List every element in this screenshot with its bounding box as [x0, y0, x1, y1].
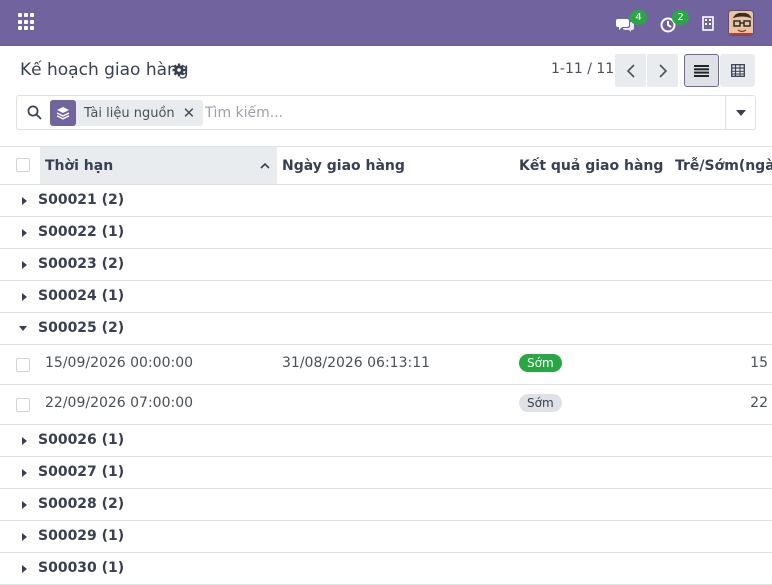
group-row[interactable]: S00022 (1)	[0, 217, 772, 249]
delivery-date-cell: 31/08/2026 06:13:11	[282, 355, 431, 371]
caret-right-icon	[22, 501, 27, 509]
pivot-view-button[interactable]	[720, 54, 755, 87]
building-icon	[702, 15, 714, 31]
search-facet-groupby: Tài liệu nguồn ✕	[50, 100, 204, 126]
group-label: S00024 (1)	[38, 288, 125, 304]
late-early-days-cell: 22	[750, 395, 768, 411]
group-label: S00029 (1)	[38, 528, 125, 544]
user-avatar[interactable]	[728, 10, 754, 36]
table-grid-icon	[730, 64, 745, 77]
close-icon[interactable]: ✕	[183, 104, 204, 122]
late-early-days-cell: 15	[750, 355, 768, 371]
column-header-deadline[interactable]: Thời hạn	[40, 147, 277, 184]
sort-ascending-icon	[260, 162, 270, 169]
table-header: Thời hạn Ngày giao hàng Kết quả giao hàn…	[0, 146, 772, 185]
column-label: Kết quả giao hàng	[519, 157, 664, 174]
search-input[interactable]	[205, 103, 705, 123]
group-label: S00026 (1)	[38, 432, 125, 448]
row-checkbox[interactable]	[16, 358, 30, 372]
group-label: S00023 (2)	[38, 256, 125, 272]
caret-right-icon	[22, 197, 27, 205]
group-label: S00030 (1)	[38, 560, 125, 576]
caret-right-icon	[22, 469, 27, 477]
group-label: S00022 (1)	[38, 224, 125, 240]
caret-right-icon	[22, 229, 27, 237]
status-badge: Sớm	[519, 354, 562, 372]
group-label: S00028 (2)	[38, 496, 125, 512]
pager-next-button[interactable]	[647, 54, 678, 87]
column-header-delivery-date[interactable]: Ngày giao hàng	[277, 147, 507, 184]
column-label: Thời hạn	[45, 157, 114, 174]
search-icon[interactable]	[27, 105, 42, 120]
activities-count-badge: 2	[672, 10, 689, 25]
group-row-expanded[interactable]: S00025 (2)	[0, 313, 772, 345]
messages-count-badge: 4	[630, 10, 647, 25]
select-all-checkbox[interactable]	[16, 158, 30, 172]
pager-value[interactable]: 1-11 / 11	[551, 61, 614, 77]
group-row[interactable]: S00026 (1)	[0, 425, 772, 457]
column-header-delivery-result[interactable]: Kết quả giao hàng	[514, 147, 664, 184]
caret-down-icon	[19, 326, 27, 331]
group-row[interactable]: S00024 (1)	[0, 281, 772, 313]
search-bar: Tài liệu nguồn ✕	[16, 95, 756, 130]
top-navbar: 4 2	[0, 0, 772, 46]
column-header-late-early-days[interactable]: Trễ/Sớm(ngày)	[670, 147, 772, 184]
group-row[interactable]: S00021 (2)	[0, 185, 772, 217]
activities-button[interactable]: 2	[660, 0, 692, 46]
table-row[interactable]: 22/09/2026 07:00:00 Sớm 22	[0, 385, 772, 425]
facet-label: Tài liệu nguồn	[84, 105, 175, 121]
caret-right-icon	[22, 293, 27, 301]
row-checkbox[interactable]	[16, 398, 30, 412]
column-label: Trễ/Sớm(ngày)	[675, 157, 772, 174]
list-icon	[694, 64, 709, 77]
group-label: S00021 (2)	[38, 192, 125, 208]
app-menu-icon[interactable]	[18, 13, 36, 31]
group-row[interactable]: S00029 (1)	[0, 521, 772, 553]
column-label: Ngày giao hàng	[282, 157, 405, 174]
chevron-left-icon	[626, 63, 635, 78]
caret-right-icon	[22, 261, 27, 269]
gear-icon[interactable]	[172, 63, 186, 77]
company-switcher[interactable]	[702, 0, 716, 46]
messages-button[interactable]: 4	[616, 0, 647, 46]
group-label: S00027 (1)	[38, 464, 125, 480]
deadline-cell: 22/09/2026 07:00:00	[45, 395, 194, 411]
group-row[interactable]: S00030 (1)	[0, 553, 772, 585]
status-badge: Sớm	[519, 394, 562, 412]
group-row[interactable]: S00028 (2)	[0, 489, 772, 521]
search-options-toggle[interactable]	[725, 96, 755, 129]
pager-previous-button[interactable]	[615, 54, 646, 87]
group-row[interactable]: S00023 (2)	[0, 249, 772, 281]
group-label: S00025 (2)	[38, 320, 125, 336]
deadline-cell: 15/09/2026 00:00:00	[45, 355, 194, 371]
caret-right-icon	[22, 533, 27, 541]
group-row[interactable]: S00027 (1)	[0, 457, 772, 489]
caret-right-icon	[22, 437, 27, 445]
caret-down-icon	[735, 109, 746, 116]
list-view-button[interactable]	[684, 54, 719, 87]
page-title: Kế hoạch giao hàng	[20, 60, 189, 80]
caret-right-icon	[22, 565, 27, 573]
table-row[interactable]: 15/09/2026 00:00:00 31/08/2026 06:13:11 …	[0, 345, 772, 385]
chevron-right-icon	[658, 63, 667, 78]
layers-icon	[50, 100, 76, 126]
avatar-image	[729, 11, 753, 35]
